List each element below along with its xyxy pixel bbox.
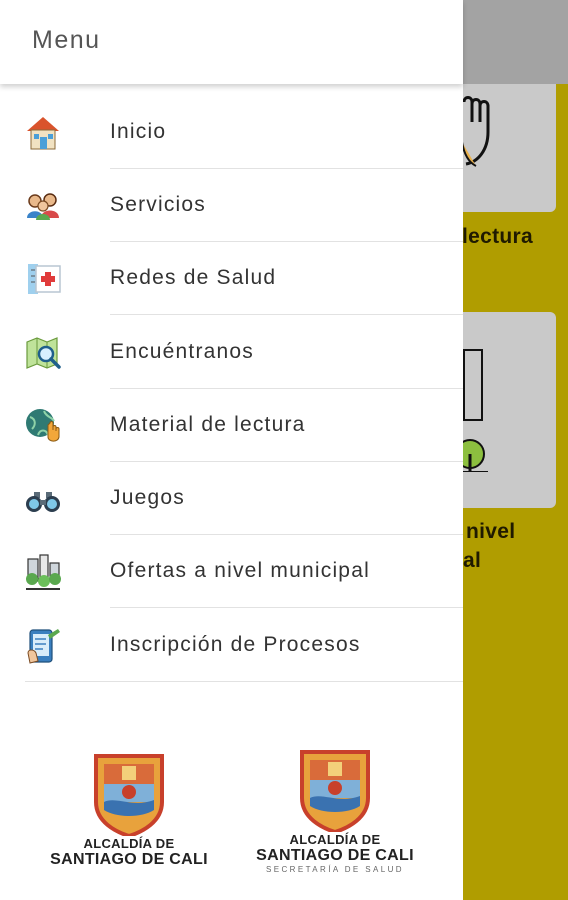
- menu-item-ofertas-municipal[interactable]: Ofertas a nivel municipal: [0, 535, 463, 608]
- logo-text-line2: SANTIAGO DE CALI: [256, 847, 414, 864]
- drawer-header: Menu: [0, 0, 463, 84]
- divider: [110, 607, 463, 608]
- card-label-reading: lectura: [462, 225, 533, 248]
- globe-hand-icon: [26, 409, 60, 442]
- divider: [25, 681, 463, 682]
- menu-item-juegos[interactable]: Juegos: [0, 462, 463, 535]
- menu-item-label: Juegos: [110, 486, 185, 509]
- people-icon: [27, 193, 59, 220]
- menu-item-label: Redes de Salud: [110, 266, 277, 289]
- menu-item-material-de-lectura[interactable]: Material de lectura: [0, 389, 463, 462]
- menu-item-label: Inicio: [110, 120, 167, 143]
- hand-icon: [461, 96, 490, 167]
- menu-item-label: Ofertas a nivel municipal: [110, 559, 370, 582]
- menu-item-label: Servicios: [110, 193, 206, 216]
- tablet-form-icon: [27, 629, 60, 664]
- card-label-offers-2: al: [463, 549, 482, 572]
- card-label-offers-1: nivel: [466, 520, 516, 543]
- map-search-icon: [26, 337, 61, 369]
- logo-text-line2: SANTIAGO DE CALI: [50, 851, 208, 868]
- menu-item-encuentranos[interactable]: Encuéntranos: [0, 316, 463, 389]
- menu-item-label: Material de lectura: [110, 413, 306, 436]
- city-icon: [26, 554, 61, 590]
- menu-item-redes-de-salud[interactable]: Redes de Salud: [0, 242, 463, 315]
- menu-item-label: Inscripción de Procesos: [110, 633, 361, 656]
- navigation-drawer: Menu Inicio Servicios Redes de Salud Enc…: [0, 0, 463, 900]
- binoculars-icon: [26, 492, 60, 512]
- divider: [110, 314, 463, 315]
- coat-of-arms-icon: [300, 750, 370, 832]
- alcaldia-logo: ALCALDÍA DE SANTIAGO DE CALI: [50, 752, 208, 869]
- menu-item-label: Encuéntranos: [110, 340, 254, 363]
- home-icon: [27, 117, 59, 150]
- menu-item-servicios[interactable]: Servicios: [0, 169, 463, 242]
- secretaria-salud-logo: ALCALDÍA DE SANTIAGO DE CALI SECRETARÍA …: [256, 748, 414, 874]
- logo-text-line1: ALCALDÍA DE: [289, 832, 381, 847]
- menu-item-inscripcion-procesos[interactable]: Inscripción de Procesos: [0, 609, 463, 682]
- building-tree-icon: [460, 349, 488, 472]
- logo-text-line1: ALCALDÍA DE: [83, 836, 175, 851]
- coat-of-arms-icon: [94, 754, 164, 836]
- logo-text-line3: SECRETARÍA DE SALUD: [266, 865, 404, 874]
- hospital-icon: [28, 264, 61, 294]
- drawer-title: Menu: [32, 26, 101, 54]
- menu-item-inicio[interactable]: Inicio: [0, 96, 463, 169]
